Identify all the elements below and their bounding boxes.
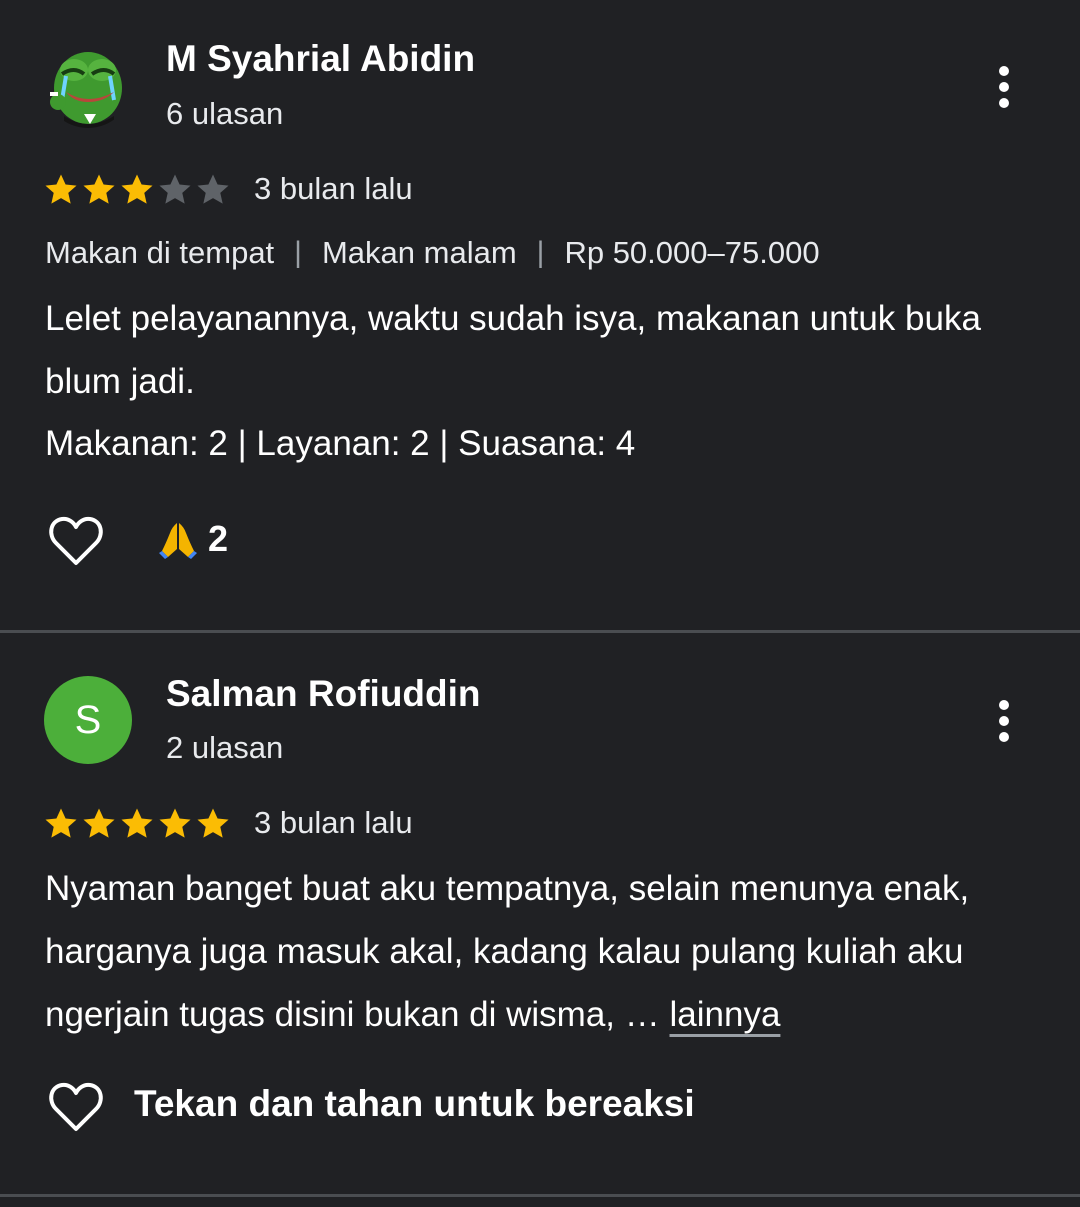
avatar[interactable]: S	[44, 676, 132, 764]
star-icon	[159, 174, 191, 204]
review-date: 3 bulan lalu	[254, 171, 413, 206]
react-button[interactable]	[48, 1081, 104, 1133]
more-options-button[interactable]	[988, 63, 1020, 111]
tag-separator: |	[536, 236, 545, 269]
review-date: 3 bulan lalu	[254, 805, 413, 840]
star-icon	[197, 808, 229, 838]
review-text: Lelet pelayanannya, waktu sudah isya, ma…	[45, 299, 981, 401]
star-icon	[121, 808, 153, 838]
reaction-count: 2	[208, 518, 229, 559]
star-icon	[83, 174, 115, 204]
react-button[interactable]	[48, 515, 104, 567]
more-vert-icon	[999, 700, 1009, 742]
heart-outline-icon	[49, 1082, 103, 1131]
star-icon	[121, 174, 153, 204]
heart-outline-icon	[49, 516, 103, 565]
avatar[interactable]	[44, 40, 132, 128]
more-options-button[interactable]	[988, 697, 1020, 745]
folded-hands-emoji-icon	[159, 523, 197, 559]
review-card: M Syahrial Abidin 6 ulasan 3 bulan lalu …	[0, 0, 1080, 630]
star-icon	[83, 808, 115, 838]
review-text: Nyaman banget buat aku tempatnya, selain…	[45, 857, 1045, 1046]
read-more-link[interactable]: lainnya	[670, 995, 781, 1034]
star-rating	[42, 805, 232, 845]
more-vert-icon	[999, 66, 1009, 108]
react-hint[interactable]: Tekan dan tahan untuk bereaksi	[134, 1083, 695, 1125]
review-tags: Makan di tempat | Makan malam | Rp 50.00…	[45, 235, 820, 271]
star-icon	[45, 808, 77, 838]
review-count[interactable]: 6 ulasan	[166, 96, 283, 132]
tag-price: Rp 50.000–75.000	[564, 235, 820, 270]
star-icon	[197, 174, 229, 204]
star-icon	[45, 174, 77, 204]
star-icon	[159, 808, 191, 838]
review-text-body: Nyaman banget buat aku tempatnya, selain…	[45, 869, 970, 1034]
tag-separator: |	[294, 236, 302, 269]
divider	[0, 1194, 1080, 1197]
reaction-chip[interactable]: 2	[158, 518, 228, 560]
frog-avatar-icon	[50, 52, 122, 128]
tag-meal: Makan malam	[321, 235, 517, 270]
star-rating	[42, 171, 232, 211]
reviewer-name[interactable]: M Syahrial Abidin	[166, 38, 475, 80]
reviewer-name[interactable]: Salman Rofiuddin	[166, 673, 481, 715]
tag-service: Makan di tempat	[45, 235, 275, 270]
aspect-ratings: Makanan: 2 | Layanan: 2 | Suasana: 4	[45, 424, 636, 463]
review-card: S Salman Rofiuddin 2 ulasan 3 bulan lalu…	[0, 633, 1080, 1195]
review-count[interactable]: 2 ulasan	[166, 730, 283, 766]
